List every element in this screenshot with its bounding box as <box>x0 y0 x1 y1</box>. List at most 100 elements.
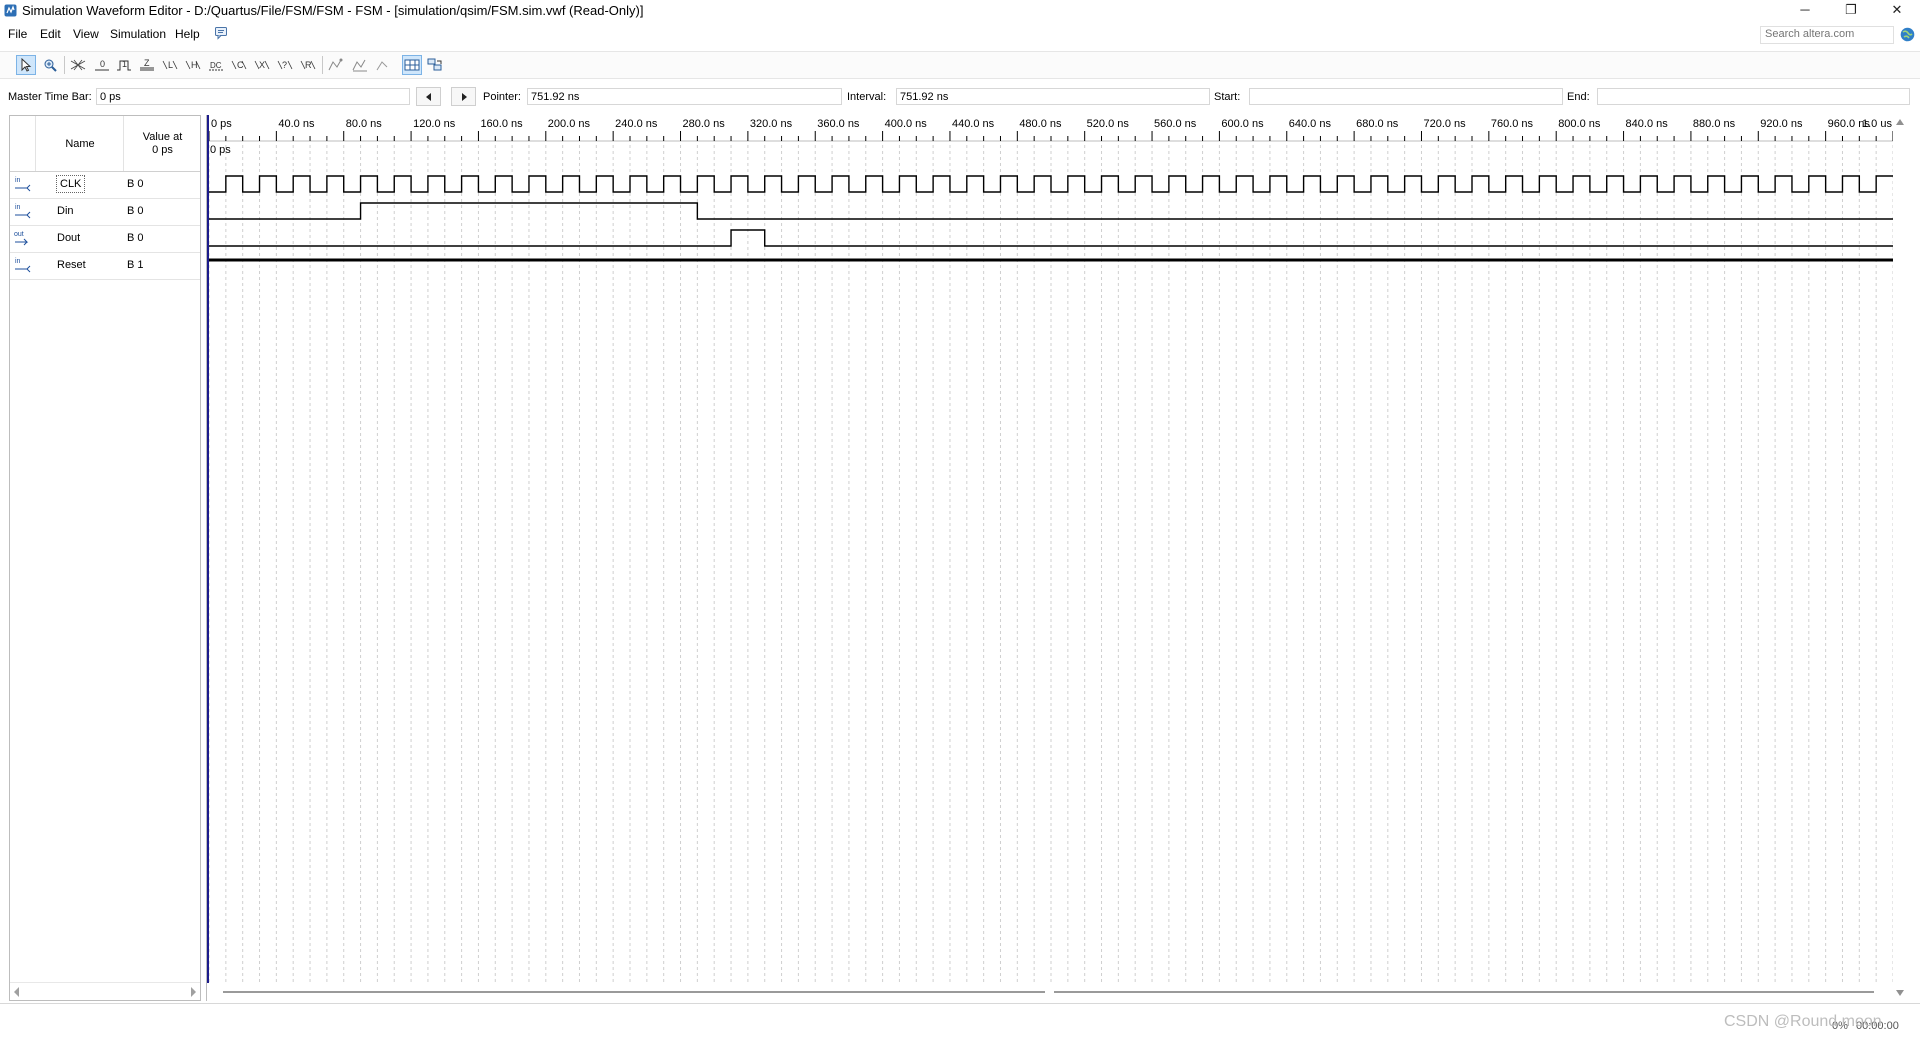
signal-value: B 0 <box>127 232 144 244</box>
signal-row[interactable]: in Reset B 1 <box>10 252 200 280</box>
clk-waveform <box>209 175 1893 193</box>
signal-list-hscrollbar[interactable] <box>10 982 200 1001</box>
force-high-button[interactable]: 1 <box>114 55 134 75</box>
signal-row[interactable]: in Din B 0 <box>10 198 200 226</box>
selection-tool-button[interactable] <box>16 55 36 75</box>
ruler-tick-label: 320.0 ns <box>750 118 793 130</box>
output-pin-icon: out <box>14 231 29 246</box>
svg-text:DC: DC <box>210 61 222 70</box>
scroll-left-icon[interactable] <box>13 987 21 997</box>
signal-row[interactable]: out Dout B 0 <box>10 225 200 253</box>
signal-name[interactable]: CLK <box>56 175 86 193</box>
globe-icon[interactable] <box>1900 27 1915 42</box>
svg-text:in: in <box>15 204 21 211</box>
dont-care-button[interactable]: DC <box>206 55 226 75</box>
scrollbar-thumb[interactable] <box>1054 991 1874 993</box>
master-time-marker-label: 0 ps <box>210 144 231 156</box>
arrow-left-icon <box>425 92 431 101</box>
svg-text:in: in <box>15 258 21 265</box>
ruler-tick-label: 360.0 ns <box>817 118 860 130</box>
ruler-tick-label: 440.0 ns <box>952 118 995 130</box>
pointer-value: 751.92 ns <box>531 91 580 103</box>
toolbar-separator <box>322 56 323 74</box>
name-column-header[interactable]: Name <box>35 116 124 171</box>
pointer-field[interactable]: 751.92 ns <box>527 88 842 105</box>
ruler-tick-label: 280.0 ns <box>683 118 726 130</box>
count-value-button[interactable]: X <box>252 55 272 75</box>
scroll-down-icon[interactable] <box>1896 990 1904 996</box>
arrow-right-icon <box>461 92 467 101</box>
count-icon: X <box>254 60 270 70</box>
value-column-header[interactable]: Value at 0 ps <box>123 116 201 171</box>
ruler-tick-label: 0 ps <box>211 118 232 130</box>
help-chat-icon[interactable] <box>214 26 228 40</box>
show-grid-button[interactable] <box>402 55 422 75</box>
signal-row[interactable]: in CLK B 0 <box>10 171 200 199</box>
close-button[interactable]: ✕ <box>1874 0 1920 22</box>
clock-button[interactable]: ? <box>275 55 295 75</box>
arbitrary-value-button[interactable]: R <box>298 55 318 75</box>
align-transitions-button[interactable] <box>350 55 370 75</box>
menu-simulation[interactable]: Simulation <box>110 27 166 41</box>
minimize-button[interactable]: ─ <box>1782 0 1828 22</box>
end-field[interactable] <box>1597 88 1910 105</box>
previous-transition-button[interactable] <box>416 87 441 106</box>
weak-low-button[interactable]: L <box>160 55 180 75</box>
waveform-canvas[interactable]: 0 ps 40.0 ns 80.0 ns 120.0 ns 160.0 ns 200.0 … <box>207 115 1893 983</box>
waveform-compare-button[interactable] <box>425 55 445 75</box>
interval-field[interactable]: 751.92 ns <box>896 88 1210 105</box>
cursor-icon <box>21 58 32 72</box>
weak-high-button[interactable]: H <box>183 55 203 75</box>
svg-text:L: L <box>168 60 173 70</box>
signal-name[interactable]: Din <box>57 205 74 217</box>
waveform-panel[interactable]: 0 ps 40.0 ns 80.0 ns 120.0 ns 160.0 ns 200.0 … <box>206 115 1909 1001</box>
search-input[interactable] <box>1761 27 1893 41</box>
ruler-tick-label: 80.0 ns <box>346 118 383 130</box>
waveform-x-icon <box>70 59 86 71</box>
menu-view[interactable]: View <box>73 27 99 41</box>
input-pin-icon: in <box>15 258 31 273</box>
start-field[interactable] <box>1249 88 1563 105</box>
h-icon: H <box>185 60 201 70</box>
ruler-tick-label: 880.0 ns <box>1693 118 1736 130</box>
unknown-x-button[interactable] <box>68 55 88 75</box>
ruler-tick-label: 600.0 ns <box>1221 118 1264 130</box>
signal-list-header: Name Value at 0 ps <box>10 116 200 172</box>
snap-to-grid-button[interactable] <box>326 55 346 75</box>
invert-button[interactable]: C <box>229 55 249 75</box>
align-icon <box>352 59 367 72</box>
stretch-button[interactable] <box>374 55 394 75</box>
menu-edit[interactable]: Edit <box>40 27 61 41</box>
restore-button[interactable]: ❐ <box>1828 0 1874 22</box>
ruler-tick-label: 560.0 ns <box>1154 118 1197 130</box>
signal-value: B 0 <box>127 178 144 190</box>
waveform-vscrollbar[interactable] <box>1892 115 1908 1001</box>
scroll-right-icon[interactable] <box>189 987 197 997</box>
menu-bar: File Edit View Simulation Help <box>0 24 1920 44</box>
master-time-bar-label: Master Time Bar: <box>8 91 92 103</box>
compare-icon <box>427 58 442 71</box>
zoom-tool-button[interactable] <box>40 55 60 75</box>
high-impedance-button[interactable]: Z <box>137 55 157 75</box>
time-bar: Master Time Bar: 0 ps Pointer: 751.92 ns… <box>0 86 1920 108</box>
next-transition-button[interactable] <box>451 87 476 106</box>
ruler-tick-label: 40.0 ns <box>278 118 315 130</box>
menu-file[interactable]: File <box>8 27 27 41</box>
z-icon: Z <box>140 58 154 71</box>
waveform-hscrollbar[interactable] <box>206 983 1892 1001</box>
scroll-up-icon[interactable] <box>1896 119 1904 125</box>
invert-icon: C <box>231 60 247 70</box>
signal-name[interactable]: Reset <box>57 259 86 271</box>
snap-icon <box>328 58 343 71</box>
svg-text:C: C <box>237 60 244 70</box>
master-time-bar-field[interactable]: 0 ps <box>96 88 410 105</box>
force-low-button[interactable]: 0 <box>92 55 112 75</box>
signal-name[interactable]: Dout <box>57 232 80 244</box>
ruler-tick-label: 160.0 ns <box>480 118 523 130</box>
signal-list-panel: Name Value at 0 ps in CLK B 0 in Din B 0 … <box>9 115 201 1001</box>
zoom-icon <box>44 59 57 72</box>
scrollbar-thumb[interactable] <box>223 991 1045 993</box>
ruler-tick-label: 840.0 ns <box>1626 118 1669 130</box>
menu-help[interactable]: Help <box>175 27 200 41</box>
ruler-tick-label: 120.0 ns <box>413 118 456 130</box>
